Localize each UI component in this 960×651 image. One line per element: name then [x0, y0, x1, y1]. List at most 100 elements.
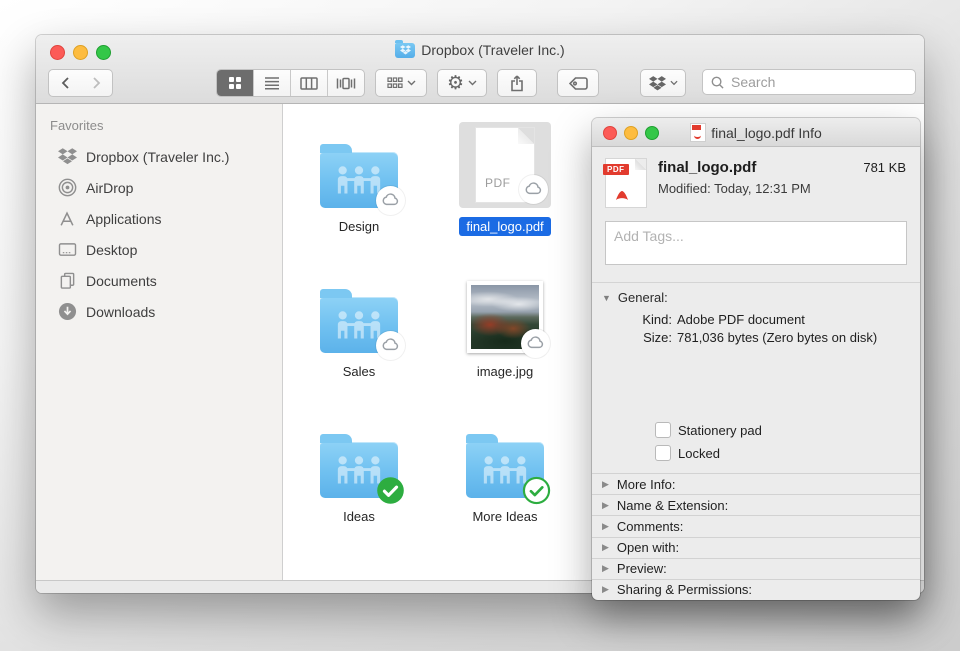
pdf-file-icon: [690, 123, 706, 142]
general-section: ▼ General: Kind: Adobe PDF document Size…: [592, 282, 920, 473]
sidebar-item-downloads[interactable]: Downloads: [36, 296, 282, 327]
documents-icon: [57, 271, 77, 291]
tags-button[interactable]: [557, 69, 599, 97]
back-button[interactable]: [48, 69, 82, 97]
file-design[interactable]: Design: [286, 112, 432, 252]
general-label: General:: [618, 290, 668, 305]
chevron-down-icon: [407, 80, 416, 86]
search-field[interactable]: [702, 69, 916, 95]
disclosure-closed-icon: ▶: [602, 542, 609, 553]
info-sections: ▶ More Info: ▶ Name & Extension: ▶ Comme…: [592, 473, 920, 600]
icon-view-icon: [227, 75, 243, 91]
coverflow-view-icon: [336, 77, 356, 90]
search-input[interactable]: [729, 73, 853, 91]
window-title: Dropbox (Traveler Inc.): [36, 42, 924, 58]
sidebar-item-applications[interactable]: Applications: [36, 203, 282, 234]
checkbox[interactable]: [655, 445, 671, 461]
action-button[interactable]: ⚙: [437, 69, 487, 97]
disclosure-closed-icon: ▶: [602, 500, 609, 511]
file-more-ideas[interactable]: More Ideas: [432, 402, 578, 542]
sidebar-item-desktop[interactable]: Desktop: [36, 234, 282, 265]
file-label: final_logo.pdf: [459, 217, 550, 236]
tag-icon: [569, 77, 588, 90]
section-name-extension[interactable]: ▶ Name & Extension:: [592, 494, 920, 515]
info-modified: Modified: Today, 12:31 PM: [658, 181, 906, 196]
icon-view-button[interactable]: [217, 70, 254, 96]
selected-icon-highlight: PDF: [459, 122, 551, 208]
dropbox-folder-icon: [395, 43, 415, 58]
sidebar-item-documents[interactable]: Documents: [36, 265, 282, 296]
sidebar-section-header: Favorites: [36, 118, 282, 133]
section-preview[interactable]: ▶ Preview:: [592, 558, 920, 579]
shared-folder-icon: [320, 152, 398, 208]
finder-toolbar: ⚙: [36, 68, 924, 98]
file-label: More Ideas: [465, 507, 544, 526]
shared-folder-icon: [320, 442, 398, 498]
share-button[interactable]: [497, 69, 537, 97]
page-fold: [635, 159, 646, 170]
shared-people-icon: [334, 165, 384, 195]
cloud-sync-badge: [376, 186, 405, 215]
finder-titlebar[interactable]: Dropbox (Traveler Inc.): [36, 35, 924, 104]
file-final-logo-pdf[interactable]: PDF final_logo.pdf: [432, 112, 578, 252]
disclosure-closed-icon: ▶: [602, 584, 609, 595]
photo-thumbnail: [467, 281, 543, 353]
info-detail-row: Size: 781,036 bytes (Zero bytes on disk): [592, 329, 920, 347]
info-detail-row: Kind: Adobe PDF document: [592, 311, 920, 329]
pdf-type-label: PDF: [485, 176, 511, 190]
dropbox-menu-button[interactable]: [640, 69, 686, 97]
sidebar: Favorites Dropbox (Traveler Inc.) AirDro…: [36, 104, 283, 581]
shared-folder-icon: [320, 297, 398, 353]
checkbox-row-locked[interactable]: Locked: [655, 445, 762, 461]
file-image-jpg[interactable]: image.jpg: [432, 257, 578, 397]
page-fold: [518, 128, 534, 144]
disclosure-closed-icon: ▶: [602, 479, 609, 490]
sidebar-list: Dropbox (Traveler Inc.) AirDrop Applicat…: [36, 141, 282, 327]
applications-icon: [57, 209, 77, 229]
info-titlebar[interactable]: final_logo.pdf Info: [592, 118, 920, 147]
desktop-icon: [57, 240, 77, 260]
file-label: image.jpg: [470, 362, 540, 381]
synced-outline-badge: [522, 476, 551, 505]
add-tags-input[interactable]: [605, 221, 907, 265]
forward-button[interactable]: [80, 69, 113, 97]
file-label: Ideas: [336, 507, 382, 526]
column-view-button[interactable]: [291, 70, 328, 96]
get-info-window: final_logo.pdf Info PDF final_logo.pdf 7…: [592, 118, 920, 600]
list-view-button[interactable]: [254, 70, 291, 96]
info-file-name: final_logo.pdf: [658, 159, 863, 176]
info-window-title: final_logo.pdf Info: [592, 123, 920, 145]
sidebar-item-dropbox-traveler-inc[interactable]: Dropbox (Traveler Inc.): [36, 141, 282, 172]
desktop: Dropbox (Traveler Inc.): [0, 0, 960, 651]
general-header[interactable]: ▼ General:: [592, 283, 920, 311]
section-more-info[interactable]: ▶ More Info:: [592, 473, 920, 494]
checkbox-row-stationery-pad[interactable]: Stationery pad: [655, 422, 762, 438]
section-open-with[interactable]: ▶ Open with:: [592, 537, 920, 558]
info-file-size: 781 KB: [863, 160, 906, 175]
checkbox-group: Stationery pad Locked: [655, 422, 762, 461]
file-sales[interactable]: Sales: [286, 257, 432, 397]
gear-icon: ⚙: [447, 74, 464, 93]
coverflow-view-button[interactable]: [328, 70, 364, 96]
adobe-mark-icon: [614, 188, 630, 202]
downloads-icon: [57, 302, 77, 322]
chevron-down-icon: [468, 80, 477, 86]
search-icon: [711, 76, 724, 89]
section-sharing-permissions[interactable]: ▶ Sharing & Permissions:: [592, 579, 920, 600]
view-switcher: [216, 69, 365, 97]
sidebar-item-airdrop[interactable]: AirDrop: [36, 172, 282, 203]
section-comments[interactable]: ▶ Comments:: [592, 515, 920, 536]
checkbox[interactable]: [655, 422, 671, 438]
disclosure-open-icon: ▼: [602, 293, 611, 303]
share-arrow-icon: [510, 75, 524, 92]
shared-folder-icon: [466, 442, 544, 498]
pdf-document-icon: PDF: [606, 159, 646, 207]
file-label: Design: [332, 217, 386, 236]
window-title-text: Dropbox (Traveler Inc.): [421, 42, 564, 58]
cloud-sync-badge: [521, 329, 550, 358]
arrange-button[interactable]: [375, 69, 427, 97]
file-ideas[interactable]: Ideas: [286, 402, 432, 542]
cloud-sync-badge: [376, 331, 405, 360]
column-view-icon: [300, 77, 318, 90]
dropbox-logo-icon: [649, 76, 666, 91]
